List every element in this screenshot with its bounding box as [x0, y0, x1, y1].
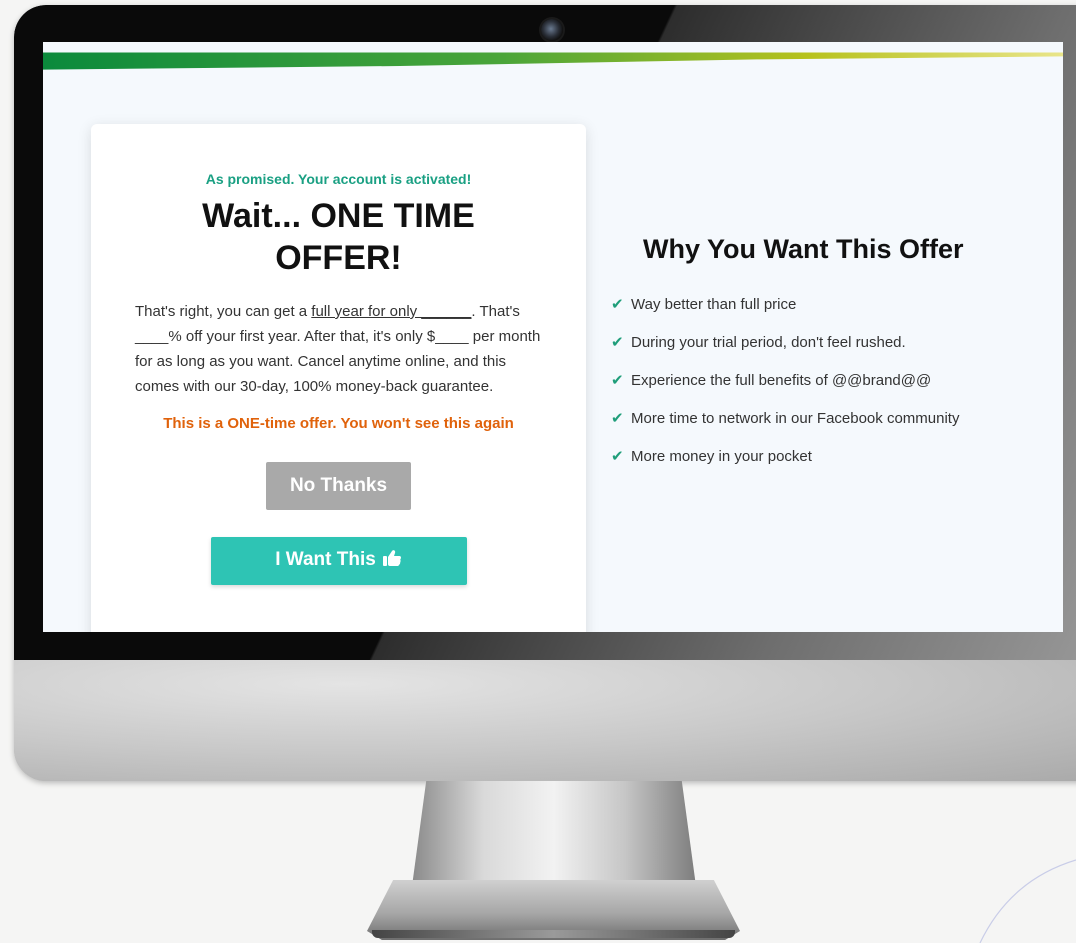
- benefit-text: Way better than full price: [631, 295, 797, 313]
- benefit-text: Experience the full benefits of @@brand@…: [631, 371, 932, 389]
- benefits-list: ✔ Way better than full price ✔ During your…: [611, 285, 1051, 475]
- check-icon: ✔: [611, 334, 624, 351]
- screen: As promised. Your account is activated! …: [43, 42, 1063, 632]
- benefit-item: ✔ During your trial period, don't feel ru…: [611, 323, 1051, 361]
- offer-description: That's right, you can get a full year fo…: [135, 299, 545, 399]
- check-icon: ✔: [611, 410, 624, 427]
- offer-headline: Wait... ONE TIME OFFER!: [202, 197, 475, 277]
- benefits-section: Why You Want This Offer ✔ Way better than…: [611, 234, 1051, 475]
- benefit-item: ✔ Experience the full benefits of @@brand…: [611, 361, 1051, 399]
- i-want-this-button[interactable]: I Want This: [210, 537, 467, 585]
- offer-card: As promised. Your account is activated! …: [91, 124, 586, 632]
- i-want-this-label: I Want This: [275, 549, 376, 570]
- benefit-item: ✔ Way better than full price: [611, 285, 1051, 323]
- offer-description-start: That's right, you can get a: [135, 303, 312, 320]
- benefit-text: More money in your pocket: [631, 447, 812, 465]
- webcam-icon: [541, 19, 563, 41]
- benefits-title: Why You Want This Offer: [643, 234, 964, 264]
- header-stripe: [43, 52, 1063, 70]
- no-thanks-button[interactable]: No Thanks: [266, 462, 411, 510]
- check-icon: ✔: [611, 448, 624, 465]
- monitor-chin: [14, 660, 1076, 781]
- monitor-stand-edge: [372, 930, 735, 938]
- full-year-link[interactable]: full year for only ______: [311, 303, 471, 320]
- benefit-text: More time to network in our Facebook com…: [631, 409, 960, 427]
- activation-message: As promised. Your account is activated!: [205, 171, 472, 187]
- check-icon: ✔: [611, 296, 624, 313]
- thumbs-up-icon: [382, 549, 402, 573]
- one-time-warning: This is a ONE-time offer. You won't see …: [163, 415, 514, 432]
- benefit-item: ✔ More time to network in our Facebook co…: [611, 399, 1051, 437]
- benefit-item: ✔ More money in your pocket: [611, 437, 1051, 475]
- benefit-text: During your trial period, don't feel rus…: [631, 333, 906, 351]
- check-icon: ✔: [611, 372, 624, 389]
